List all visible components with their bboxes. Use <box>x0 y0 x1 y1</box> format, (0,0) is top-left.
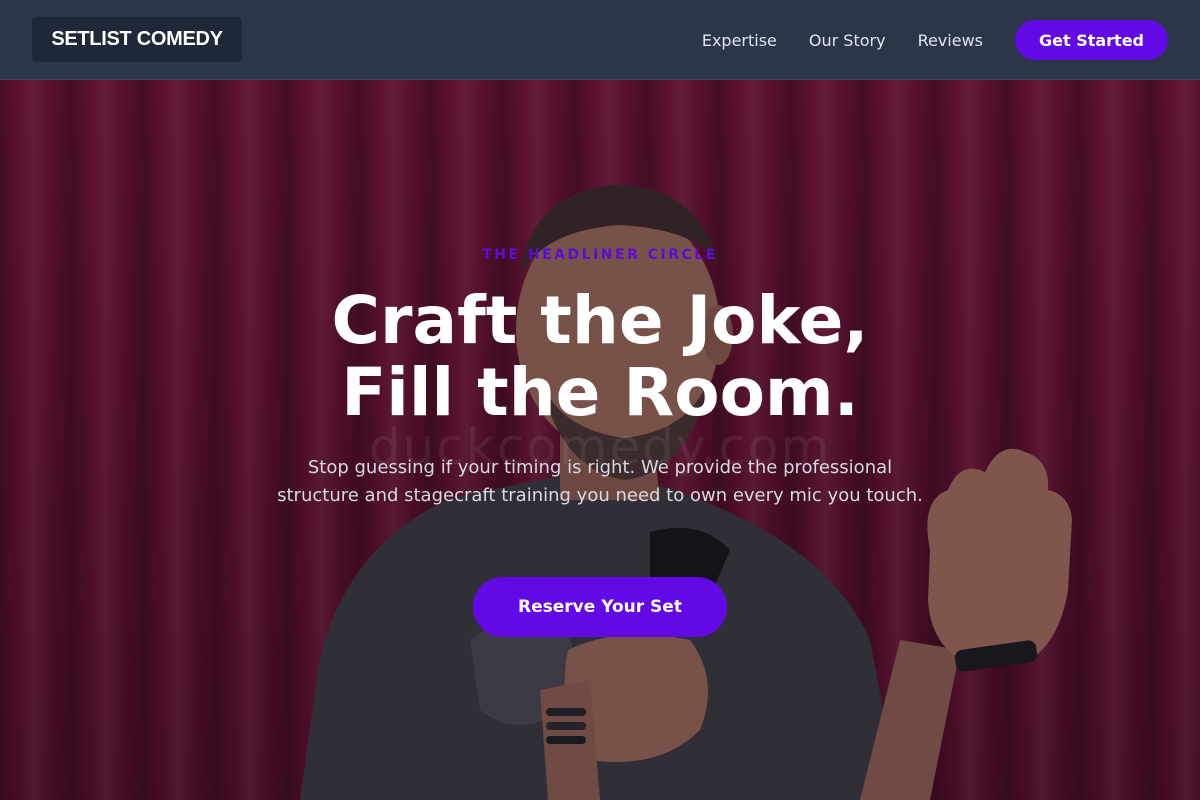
reserve-your-set-button[interactable]: Reserve Your Set <box>473 577 727 637</box>
hero-content: THE HEADLINER CIRCLE Craft the Joke, Fil… <box>0 80 1200 800</box>
navbar: SETLIST COMEDY Expertise Our Story Revie… <box>0 0 1200 80</box>
nav-link-expertise[interactable]: Expertise <box>702 31 777 50</box>
hero-section: duckcomedy.com THE HEADLINER CIRCLE Craf… <box>0 80 1200 800</box>
brand-logo[interactable]: SETLIST COMEDY <box>32 17 242 62</box>
nav-link-reviews[interactable]: Reviews <box>918 31 983 50</box>
headline-line-1: Craft the Joke, <box>331 282 869 359</box>
headline-line-2: Fill the Room. <box>341 354 859 431</box>
get-started-button[interactable]: Get Started <box>1014 20 1168 60</box>
nav-links: Expertise Our Story Reviews Get Started <box>702 20 1168 60</box>
hero-subtext: Stop guessing if your timing is right. W… <box>277 457 923 506</box>
nav-link-our-story[interactable]: Our Story <box>809 31 886 50</box>
hero-headline: Craft the Joke, Fill the Room. <box>0 285 1200 429</box>
hero-eyebrow: THE HEADLINER CIRCLE <box>482 247 718 263</box>
